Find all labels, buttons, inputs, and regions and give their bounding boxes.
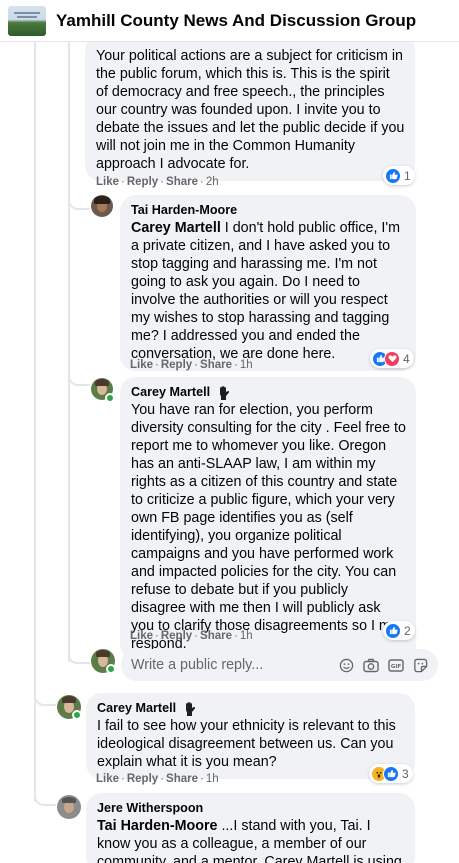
author-name[interactable]: Carey Martell <box>131 384 210 401</box>
reply-link[interactable]: Reply <box>161 630 192 642</box>
gif-icon[interactable]: GIF <box>388 658 404 672</box>
timestamp[interactable]: 2h <box>206 176 219 188</box>
reaction-summary[interactable]: 3 <box>369 764 413 783</box>
reply-link[interactable]: Reply <box>127 176 158 188</box>
online-status-indicator <box>72 710 82 720</box>
comment-bubble: Jere Witherspoon Tai Harden-Moore ...I s… <box>86 793 415 863</box>
like-reaction-icon <box>385 622 401 639</box>
thread-connector <box>68 376 90 386</box>
comment-author[interactable]: Carey Martell <box>97 700 405 717</box>
like-link[interactable]: Like <box>96 773 119 785</box>
reaction-summary[interactable]: 1 <box>383 166 415 185</box>
reaction-count: 4 <box>403 351 410 366</box>
raised-fist-icon <box>182 701 198 717</box>
reply-tools: GIF <box>339 658 438 673</box>
reaction-summary[interactable]: 4 <box>370 349 414 368</box>
comment-text: You have ran for election, you perform d… <box>131 402 406 652</box>
thread-connector <box>34 690 56 706</box>
timestamp[interactable]: 1h <box>206 773 219 785</box>
thread-line <box>68 42 70 662</box>
comment-actions: Like · Reply · Share · 1h <box>96 773 219 785</box>
comment-actions: Like · Reply · Share · 2h <box>96 176 219 188</box>
share-link[interactable]: Share <box>200 630 232 642</box>
comment-author[interactable]: Carey Martell <box>131 384 406 401</box>
timestamp[interactable]: 1h <box>240 630 253 642</box>
comment-bubble: Your political actions are a subject for… <box>85 34 415 181</box>
reply-link[interactable]: Reply <box>161 359 192 371</box>
thread-connector <box>68 200 90 210</box>
like-reaction-icon <box>385 167 401 184</box>
camera-icon[interactable] <box>363 658 379 673</box>
thread-line <box>34 42 36 802</box>
timestamp[interactable]: 1h <box>240 359 253 371</box>
mention-link[interactable]: Tai Harden-Moore <box>97 818 217 834</box>
online-status-indicator <box>106 664 116 674</box>
author-name[interactable]: Tai Harden-Moore <box>131 202 237 219</box>
like-link[interactable]: Like <box>130 359 153 371</box>
author-name[interactable]: Carey Martell <box>97 700 176 717</box>
comment-bubble: Carey Martell You have ran for election,… <box>120 377 416 661</box>
like-link[interactable]: Like <box>96 176 119 188</box>
reply-input[interactable] <box>131 657 321 673</box>
thread-connector <box>34 790 56 806</box>
raised-fist-icon <box>216 385 232 401</box>
share-link[interactable]: Share <box>200 359 232 371</box>
comment-bubble: Tai Harden-Moore Carey Martell I don't h… <box>120 195 416 371</box>
love-reaction-icon <box>384 350 400 367</box>
author-name[interactable]: Jere Witherspoon <box>97 800 203 817</box>
comment-author[interactable]: Tai Harden-Moore <box>131 202 406 219</box>
comment-bubble: Carey Martell I fail to see how your eth… <box>86 693 415 779</box>
reaction-count: 3 <box>402 766 409 781</box>
online-status-indicator <box>105 393 115 403</box>
comment-text: I fail to see how your ethnicity is rele… <box>97 718 396 770</box>
avatar[interactable] <box>57 795 81 819</box>
like-reaction-icon <box>383 765 399 782</box>
group-title[interactable]: Yamhill County News And Discussion Group <box>56 11 416 31</box>
comment-text: Tai Harden-Moore ...I stand with you, Ta… <box>97 817 405 863</box>
thread-connector <box>68 655 90 664</box>
reaction-count: 2 <box>404 623 411 638</box>
reaction-summary[interactable]: 2 <box>383 621 415 640</box>
comment-text: Carey Martell I don't hold public office… <box>131 219 406 363</box>
comment-author[interactable]: Jere Witherspoon <box>97 800 405 817</box>
sticker-icon[interactable] <box>413 658 428 673</box>
comment-text: Your political actions are a subject for… <box>96 48 405 172</box>
group-cover-thumbnail[interactable] <box>8 5 46 36</box>
share-link[interactable]: Share <box>166 773 198 785</box>
group-header: Yamhill County News And Discussion Group <box>0 0 459 42</box>
reply-link[interactable]: Reply <box>127 773 158 785</box>
comment-body: I don't hold public office, I'm a privat… <box>131 220 401 362</box>
like-link[interactable]: Like <box>130 630 153 642</box>
share-link[interactable]: Share <box>166 176 198 188</box>
comment-actions: Like · Reply · Share · 1h <box>130 359 253 371</box>
reply-box[interactable]: GIF <box>121 649 438 681</box>
avatar[interactable] <box>91 195 113 217</box>
emoji-icon[interactable] <box>339 658 354 673</box>
svg-text:GIF: GIF <box>391 664 402 670</box>
mention-link[interactable]: Carey Martell <box>131 220 221 236</box>
reaction-count: 1 <box>404 168 411 183</box>
comment-actions: Like · Reply · Share · 1h <box>130 630 253 642</box>
